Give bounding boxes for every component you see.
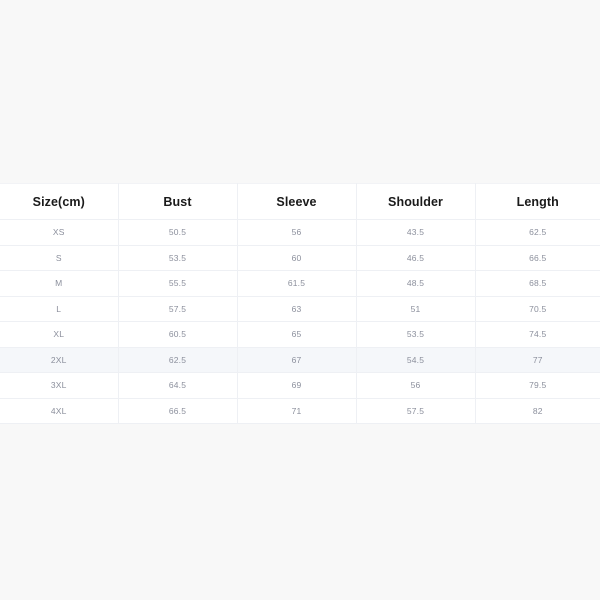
column-header-size: Size(cm) [0, 183, 119, 220]
table-row[interactable]: XS 50.5 56 43.5 62.5 [0, 219, 600, 246]
cell-size: 2XL [0, 346, 119, 373]
size-chart-table: Size(cm) Bust Sleeve Shoulder Length XS 5… [0, 183, 600, 424]
cell-size: S [0, 244, 119, 271]
cell-size: L [0, 295, 119, 322]
cell-sleeve: 69 [237, 372, 357, 399]
cell-sleeve: 67 [237, 346, 357, 373]
cell-length: 66.5 [475, 244, 600, 271]
cell-length: 79.5 [475, 372, 600, 399]
column-header-shoulder: Shoulder [356, 183, 476, 220]
cell-bust: 53.5 [118, 244, 238, 271]
cell-length: 74.5 [475, 321, 600, 348]
cell-shoulder: 56 [356, 372, 476, 399]
table-row[interactable]: XL 60.5 65 53.5 74.5 [0, 321, 600, 348]
cell-sleeve: 60 [237, 244, 357, 271]
cell-bust: 60.5 [118, 321, 238, 348]
cell-length: 70.5 [475, 295, 600, 322]
cell-sleeve: 65 [237, 321, 357, 348]
cell-sleeve: 63 [237, 295, 357, 322]
cell-bust: 57.5 [118, 295, 238, 322]
cell-length: 68.5 [475, 270, 600, 297]
column-header-bust: Bust [118, 183, 238, 220]
cell-bust: 64.5 [118, 372, 238, 399]
cell-size: 3XL [0, 372, 119, 399]
cell-length: 62.5 [475, 219, 600, 246]
cell-size: XL [0, 321, 119, 348]
column-header-length: Length [475, 183, 600, 220]
cell-length: 82 [475, 397, 600, 424]
cell-shoulder: 57.5 [356, 397, 476, 424]
table-row[interactable]: M 55.5 61.5 48.5 68.5 [0, 270, 600, 297]
size-chart-header: Size(cm) Bust Sleeve Shoulder Length [0, 183, 600, 220]
cell-bust: 50.5 [118, 219, 238, 246]
cell-sleeve: 61.5 [237, 270, 357, 297]
table-row[interactable]: 4XL 66.5 71 57.5 82 [0, 397, 600, 424]
cell-sleeve: 56 [237, 219, 357, 246]
column-header-sleeve: Sleeve [237, 183, 357, 220]
cell-bust: 66.5 [118, 397, 238, 424]
cell-shoulder: 51 [356, 295, 476, 322]
cell-shoulder: 54.5 [356, 346, 476, 373]
cell-sleeve: 71 [237, 397, 357, 424]
cell-bust: 55.5 [118, 270, 238, 297]
cell-size: XS [0, 219, 119, 246]
table-row[interactable]: S 53.5 60 46.5 66.5 [0, 244, 600, 271]
size-chart-container: Size(cm) Bust Sleeve Shoulder Length XS 5… [0, 183, 600, 424]
table-row[interactable]: 3XL 64.5 69 56 79.5 [0, 372, 600, 399]
cell-length: 77 [475, 346, 600, 373]
cell-bust: 62.5 [118, 346, 238, 373]
size-chart-body: XS 50.5 56 43.5 62.5 S 53.5 60 46.5 66.5 M 55.5 61.5… [0, 219, 600, 424]
cell-size: 4XL [0, 397, 119, 424]
table-header-row: Size(cm) Bust Sleeve Shoulder Length [0, 183, 600, 220]
cell-shoulder: 48.5 [356, 270, 476, 297]
cell-shoulder: 43.5 [356, 219, 476, 246]
cell-shoulder: 53.5 [356, 321, 476, 348]
cell-size: M [0, 270, 119, 297]
cell-shoulder: 46.5 [356, 244, 476, 271]
table-row[interactable]: L 57.5 63 51 70.5 [0, 295, 600, 322]
page-root: Size(cm) Bust Sleeve Shoulder Length XS 5… [0, 0, 600, 600]
table-row[interactable]: 2XL 62.5 67 54.5 77 [0, 346, 600, 373]
